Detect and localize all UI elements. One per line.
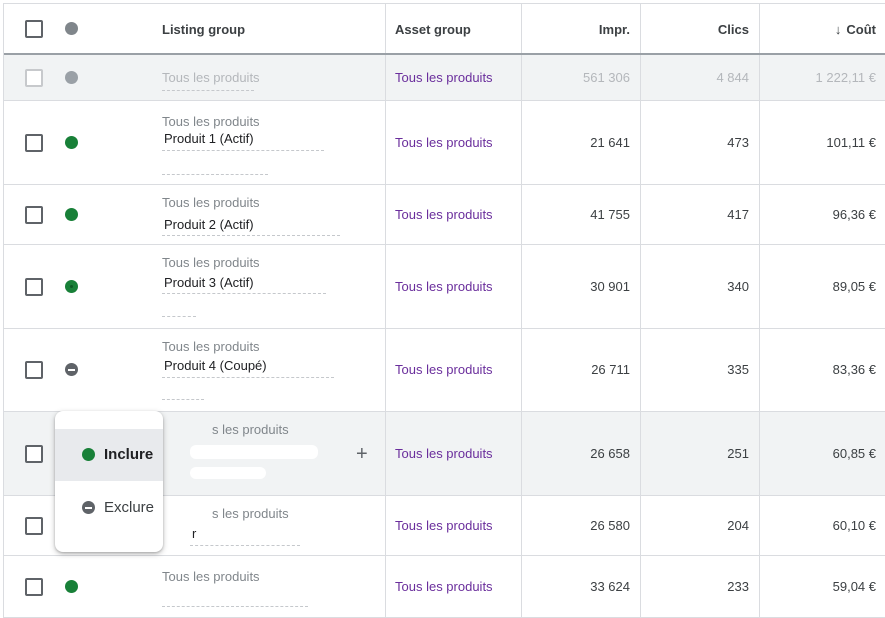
asset-group-link[interactable]: Tous les produits — [395, 579, 493, 594]
header-listing-group[interactable]: Listing group — [162, 22, 245, 37]
asset-group-link[interactable]: Tous les produits — [395, 518, 493, 533]
listing-group-parent: Tous les produits — [162, 114, 260, 129]
table-row[interactable]: Tous les produits Tous les produits 33 6… — [4, 556, 885, 618]
row-checkbox[interactable] — [25, 361, 43, 379]
exclude-minus-icon — [82, 501, 95, 514]
asset-group-link[interactable]: Tous les produits — [395, 362, 493, 377]
status-dot-icon — [65, 70, 78, 84]
status-header-icon — [65, 22, 78, 35]
listing-group-parent: Tous les produits — [162, 339, 260, 354]
listing-group-name[interactable]: Tous les produits — [162, 70, 260, 85]
asset-group-link[interactable]: Tous les produits — [395, 446, 493, 461]
table-row[interactable]: Tous les produits Tous les produits 561 … — [4, 55, 885, 101]
clics-value: 335 — [727, 362, 749, 377]
listing-group-parent: Tous les produits — [162, 569, 260, 584]
asset-group-link[interactable]: Tous les produits — [395, 207, 493, 222]
menu-item-include[interactable]: Inclure — [55, 429, 163, 481]
table-row[interactable]: Tous les produits Produit 2 (Actif) Tous… — [4, 185, 885, 245]
cout-value: 83,36 € — [832, 362, 876, 377]
table-row[interactable]: Tous les produits Produit 4 (Coupé) Tous… — [4, 329, 885, 412]
header-impr[interactable]: Impr. — [599, 22, 630, 37]
cout-value: 1 222,11 € — [815, 69, 876, 85]
cout-value: 101,11 € — [826, 134, 876, 150]
include-label: Inclure — [104, 446, 154, 463]
impr-value: 561 306 — [583, 69, 630, 85]
impr-value: 26 658 — [590, 445, 630, 461]
status-active-icon[interactable] — [65, 207, 78, 221]
exclude-label: Exclure — [104, 499, 155, 516]
cout-value: 96,36 € — [832, 206, 876, 222]
clics-value: 233 — [727, 578, 749, 594]
table-header: Listing group Asset group Impr. Clics ↓ C… — [4, 4, 885, 55]
header-cout[interactable]: ↓ Coût — [835, 22, 876, 37]
listing-group-name[interactable]: Produit 1 (Actif) — [164, 131, 254, 146]
clics-value: 473 — [727, 134, 749, 150]
impr-value: 21 641 — [590, 134, 630, 150]
clics-value: 204 — [727, 517, 749, 533]
redacted-text — [190, 467, 266, 479]
impr-value: 41 755 — [590, 206, 630, 222]
clics-value: 417 — [727, 206, 749, 222]
cout-value: 60,10 € — [832, 517, 876, 533]
redacted-text — [190, 445, 318, 459]
status-excluded-icon[interactable] — [65, 363, 78, 376]
listing-group-name[interactable]: Produit 2 (Actif) — [164, 217, 254, 232]
listing-group-parent: s les produits — [212, 422, 289, 437]
include-dot-icon — [82, 448, 95, 461]
row-checkbox[interactable] — [25, 577, 43, 596]
row-checkbox[interactable] — [25, 516, 43, 535]
cout-value: 60,85 € — [832, 445, 876, 461]
status-active-icon[interactable] — [65, 135, 78, 149]
header-asset-group[interactable]: Asset group — [395, 22, 471, 37]
status-popup-menu: Inclure Exclure — [55, 411, 163, 552]
row-checkbox[interactable] — [25, 68, 43, 87]
asset-group-link[interactable]: Tous les produits — [395, 135, 493, 150]
status-active-icon[interactable] — [65, 579, 78, 593]
asset-group-link[interactable]: Tous les produits — [395, 70, 493, 85]
clics-value: 4 844 — [716, 69, 749, 85]
header-clics[interactable]: Clics — [718, 22, 749, 37]
clics-value: 340 — [727, 278, 749, 294]
listing-group-name[interactable]: Produit 4 (Coupé) — [164, 358, 267, 373]
cout-value: 59,04 € — [832, 578, 876, 594]
impr-value: 30 901 — [590, 278, 630, 294]
asset-group-link[interactable]: Tous les produits — [395, 279, 493, 294]
row-checkbox[interactable] — [25, 277, 43, 296]
cout-value: 89,05 € — [832, 278, 876, 294]
impr-value: 26 580 — [590, 517, 630, 533]
menu-item-exclude[interactable]: Exclure — [55, 482, 163, 534]
impr-value: 26 711 — [591, 362, 630, 377]
table-row[interactable]: Tous les produits Produit 1 (Actif) Tous… — [4, 101, 885, 185]
row-checkbox[interactable] — [25, 444, 43, 463]
listing-group-name[interactable]: r — [192, 526, 196, 541]
listing-group-parent: Tous les produits — [162, 255, 260, 270]
status-active-icon[interactable] — [65, 279, 78, 293]
listing-group-parent: Tous les produits — [162, 195, 260, 210]
add-subdivision-icon[interactable]: + — [356, 443, 368, 465]
clics-value: 251 — [727, 445, 749, 461]
row-checkbox[interactable] — [25, 133, 43, 152]
table-row[interactable]: Tous les produits Produit 3 (Actif) Tous… — [4, 245, 885, 329]
impr-value: 33 624 — [590, 578, 630, 594]
listing-group-name[interactable]: Produit 3 (Actif) — [164, 275, 254, 290]
row-checkbox[interactable] — [25, 205, 43, 224]
listing-group-parent: s les produits — [212, 506, 289, 521]
arrow-down-icon: ↓ — [834, 22, 842, 37]
